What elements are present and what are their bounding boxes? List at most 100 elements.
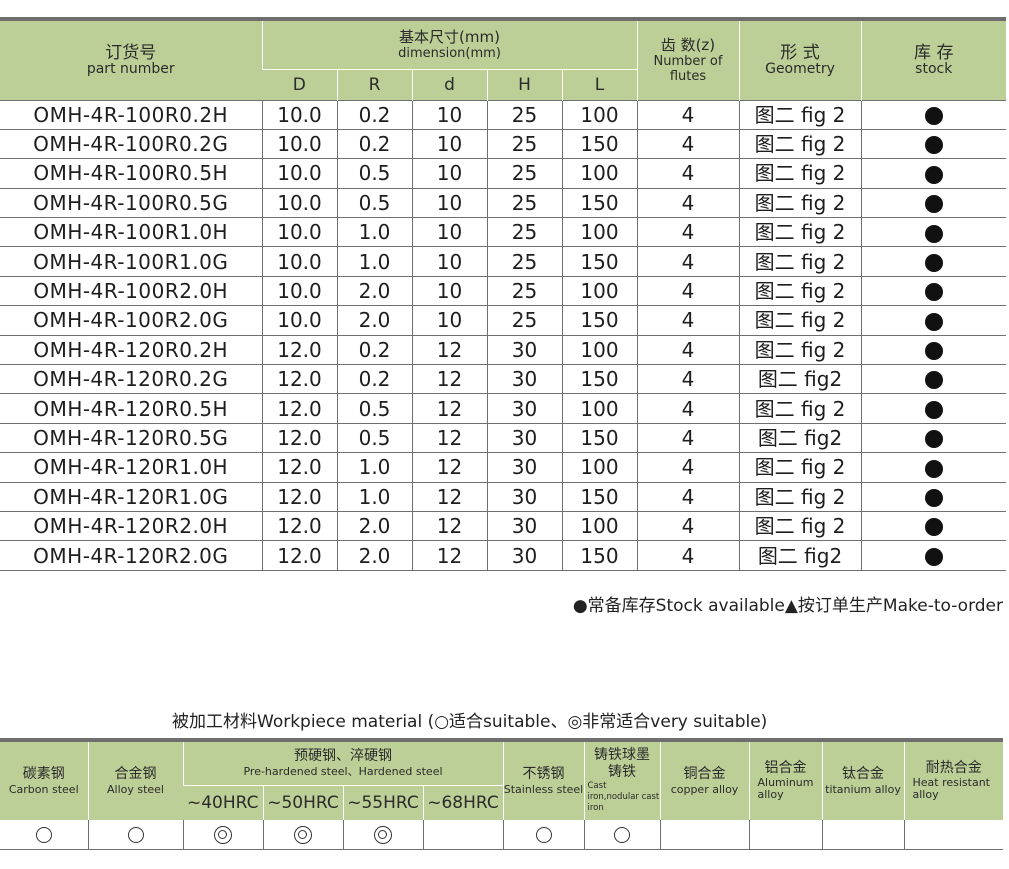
cell-stock bbox=[860, 188, 1006, 219]
cell-H: 25 bbox=[486, 305, 562, 336]
cell-part: OMH-4R-100R0.5G bbox=[0, 188, 262, 219]
stock-available-icon bbox=[924, 342, 943, 361]
col-header-d: d bbox=[411, 68, 487, 100]
cell-part: OMH-4R-120R0.2H bbox=[0, 335, 262, 366]
hrc-68-header: ~68HRC bbox=[422, 784, 503, 820]
cell-d: 10 bbox=[411, 246, 487, 277]
cell-L: 150 bbox=[561, 246, 637, 277]
cell-part: OMH-4R-120R2.0H bbox=[0, 511, 262, 542]
cell-part: OMH-4R-100R2.0H bbox=[0, 276, 262, 307]
hrc-40-header: ~40HRC bbox=[183, 784, 263, 820]
cell-geom: 图二 fig 2 bbox=[738, 158, 861, 189]
cell-D: 10.0 bbox=[261, 246, 337, 277]
cell-H: 30 bbox=[486, 452, 562, 483]
cell-H: 25 bbox=[486, 129, 562, 160]
alloy-steel-header: 合金钢 Alloy steel bbox=[87, 742, 183, 820]
cell-part: OMH-4R-120R0.5G bbox=[0, 423, 262, 454]
cell-geom: 图二 fig 2 bbox=[738, 452, 861, 483]
col-header-L: L bbox=[561, 68, 637, 100]
cell-H: 30 bbox=[486, 364, 562, 395]
suitable-icon bbox=[614, 827, 630, 843]
cell-L: 150 bbox=[561, 188, 637, 219]
hrc-50-header: ~50HRC bbox=[262, 784, 343, 820]
material-rating-cell bbox=[342, 819, 423, 850]
cell-d: 10 bbox=[411, 158, 487, 189]
cell-geom: 图二 fig 2 bbox=[738, 393, 861, 424]
cell-L: 150 bbox=[561, 364, 637, 395]
cell-D: 12.0 bbox=[261, 511, 337, 542]
cell-z: 4 bbox=[636, 99, 739, 130]
workpiece-material-table: 碳素钢 Carbon steel 合金钢 Alloy steel 预硬钢、淬硬钢… bbox=[0, 742, 1003, 850]
suitable-icon bbox=[35, 827, 52, 843]
cell-stock bbox=[860, 129, 1006, 160]
cell-z: 4 bbox=[636, 217, 739, 248]
material-rating-row bbox=[0, 819, 1003, 850]
cell-z: 4 bbox=[636, 452, 739, 483]
table-row: OMH-4R-100R0.5G 10.0 0.5 10 25 150 4 图二 fig 2 bbox=[0, 188, 1006, 219]
cell-R: 1.0 bbox=[336, 482, 412, 512]
stock-available-icon bbox=[924, 106, 943, 125]
stock-legend: ●常备库存Stock available▲按订单生产Make-to-order bbox=[572, 596, 1003, 616]
cell-R: 0.2 bbox=[336, 129, 412, 160]
cell-H: 30 bbox=[486, 335, 562, 366]
cell-geom: 图二 fig 2 bbox=[738, 511, 861, 542]
cell-d: 10 bbox=[411, 276, 487, 307]
cell-z: 4 bbox=[636, 305, 739, 336]
cell-d: 12 bbox=[411, 540, 487, 571]
cell-R: 1.0 bbox=[336, 452, 412, 483]
table-row: OMH-4R-120R1.0H 12.0 1.0 12 30 100 4 图二 fig 2 bbox=[0, 452, 1006, 483]
cell-z: 4 bbox=[636, 129, 739, 160]
cell-part: OMH-4R-120R1.0G bbox=[0, 482, 262, 512]
cell-L: 150 bbox=[561, 305, 637, 336]
material-rating-cell bbox=[502, 819, 584, 850]
cell-D: 10.0 bbox=[261, 188, 337, 219]
cell-D: 12.0 bbox=[261, 482, 337, 512]
cell-H: 25 bbox=[486, 99, 562, 130]
suitable-icon bbox=[535, 827, 552, 843]
cell-R: 0.2 bbox=[336, 99, 412, 130]
cell-L: 100 bbox=[561, 158, 637, 189]
cast-iron-header: 铸铁球墨铸铁 Cast iron,nodular cast iron bbox=[583, 742, 660, 820]
cell-d: 10 bbox=[411, 129, 487, 160]
table-row: OMH-4R-120R2.0H 12.0 2.0 12 30 100 4 图二 fig 2 bbox=[0, 511, 1006, 542]
cell-R: 0.5 bbox=[336, 158, 412, 189]
cell-geom: 图二 fig 2 bbox=[738, 246, 861, 277]
material-rating-cell bbox=[182, 819, 263, 850]
cell-stock bbox=[860, 364, 1006, 395]
cell-R: 2.0 bbox=[336, 511, 412, 542]
stock-header: 库 存 stock bbox=[860, 21, 1006, 100]
cell-geom: 图二 fig2 bbox=[738, 364, 861, 395]
cell-H: 30 bbox=[486, 393, 562, 424]
cell-R: 1.0 bbox=[336, 217, 412, 248]
stock-available-icon bbox=[924, 547, 943, 566]
cell-R: 0.2 bbox=[336, 364, 412, 395]
cell-geom: 图二 fig 2 bbox=[738, 217, 861, 248]
cell-stock bbox=[860, 335, 1006, 366]
material-rating-cell bbox=[659, 819, 749, 850]
cell-part: OMH-4R-100R1.0H bbox=[0, 217, 262, 248]
dimension-header: 基本尺寸(mm) dimension(mm) bbox=[261, 21, 637, 69]
material-rating-cell bbox=[0, 819, 88, 850]
cell-stock bbox=[860, 158, 1006, 189]
cell-stock bbox=[860, 393, 1006, 424]
cell-z: 4 bbox=[636, 540, 739, 571]
table-row: OMH-4R-100R1.0G 10.0 1.0 10 25 150 4 图二 fig 2 bbox=[0, 246, 1006, 277]
cell-H: 25 bbox=[486, 158, 562, 189]
cell-z: 4 bbox=[636, 423, 739, 454]
cell-stock bbox=[860, 482, 1006, 512]
table-row: OMH-4R-120R0.2G 12.0 0.2 12 30 150 4 图二 fig2 bbox=[0, 364, 1006, 395]
table-row: OMH-4R-100R0.2G 10.0 0.2 10 25 150 4 图二 fig 2 bbox=[0, 129, 1006, 160]
cell-d: 12 bbox=[411, 393, 487, 424]
cell-H: 30 bbox=[486, 511, 562, 542]
stock-available-icon bbox=[924, 136, 943, 155]
cell-z: 4 bbox=[636, 188, 739, 219]
cell-D: 12.0 bbox=[261, 423, 337, 454]
cell-geom: 图二 fig 2 bbox=[738, 276, 861, 307]
cell-part: OMH-4R-120R0.2G bbox=[0, 364, 262, 395]
cell-d: 10 bbox=[411, 305, 487, 336]
stock-available-icon bbox=[924, 489, 943, 508]
cell-part: OMH-4R-100R2.0G bbox=[0, 305, 262, 336]
cell-z: 4 bbox=[636, 511, 739, 542]
cell-D: 12.0 bbox=[261, 393, 337, 424]
table-row: OMH-4R-100R0.2H 10.0 0.2 10 25 100 4 图二 fig 2 bbox=[0, 99, 1006, 130]
